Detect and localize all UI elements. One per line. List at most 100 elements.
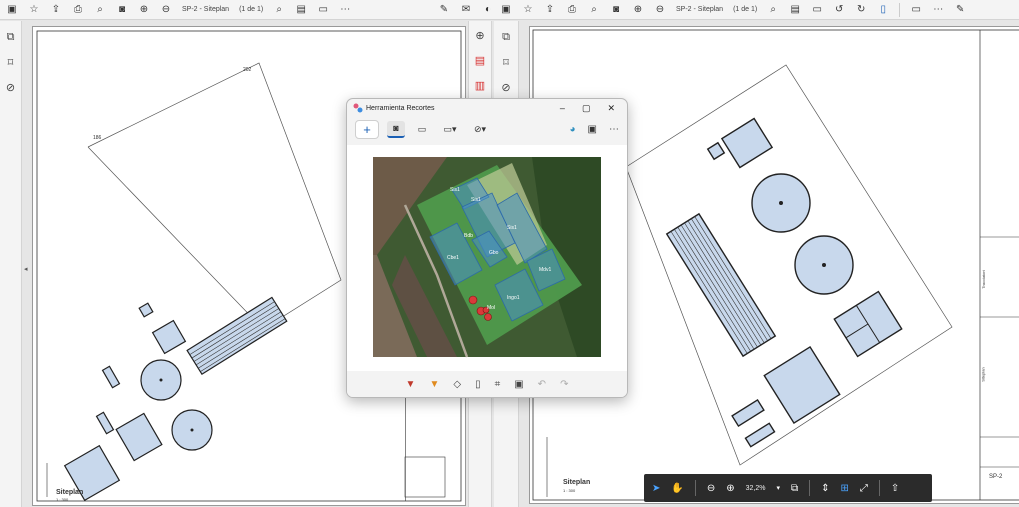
arrow-up-icon[interactable]: ⊕ (632, 4, 644, 16)
snip-image-area: Sis1 Sis1 Bdb Sis1 Cbe1 Gbo Mdv1 Ingo1 M… (347, 145, 627, 371)
fit-width-icon[interactable]: ⊞ (841, 483, 849, 494)
export-icon[interactable]: ▭ (317, 4, 329, 16)
sheet-number: SP-2 (989, 474, 1003, 480)
new-snip-button[interactable]: + (355, 119, 379, 139)
right-toolbar: ▣ ☆ ⇪ ⎙ ⌕ ◙ ⊕ ⊖ SP-2 - Siteplan (1 de 1)… (494, 0, 1019, 20)
ballpoint-pen-icon[interactable]: ▼ (406, 379, 416, 390)
text-search-icon[interactable]: ⌕ (273, 4, 285, 16)
snipping-markup-toolbar: ▼ ▼ ◇ ▯ ⌗ ▣ ↶ ↷ (347, 371, 627, 397)
document-label: SP-2 - Siteplan (676, 6, 724, 13)
export-icon[interactable]: ▭ (811, 4, 823, 16)
video-mode-icon[interactable]: ▭ (413, 121, 431, 138)
zoom-separator (878, 480, 880, 496)
save-icon[interactable]: ▣ (500, 4, 512, 16)
sign-icon[interactable]: ✎ (954, 4, 966, 16)
arrow-down-icon[interactable]: ⊖ (654, 4, 666, 16)
snipping-tool-window: Herramienta Recortes – ▢ ✕ + ◙ ▭ ▭▾ ⊘▾ ◕… (346, 98, 628, 398)
edit-paint-icon[interactable]: ◕ (570, 124, 576, 135)
page-view-icon[interactable]: ▤ (295, 4, 307, 16)
bookmark-icon[interactable]: ⌑ (503, 56, 509, 69)
zoom-in-icon[interactable]: ⊕ (726, 483, 734, 494)
map-label: Sis1 (450, 187, 460, 193)
arrow-up-icon[interactable]: ⊕ (138, 4, 150, 16)
maximize-icon[interactable]: ▢ (582, 103, 591, 114)
close-icon[interactable]: ✕ (607, 103, 615, 114)
ruler-icon[interactable]: ▯ (475, 379, 481, 390)
plan-title: Siteplan (563, 479, 591, 486)
minimize-icon[interactable]: – (560, 103, 565, 114)
upload-icon[interactable]: ⇪ (50, 4, 62, 16)
zoom-toolbar: ➤ ✋ ⊖ ⊕ 32,2% ▾ ⧉ ⇕ ⊞ ⤢ ⇧ (644, 474, 932, 502)
bookmark-icon[interactable]: ⌑ (8, 56, 14, 69)
export-pdf-icon[interactable]: ▥ (475, 79, 485, 92)
collapse-arrow-icon[interactable]: ◂ (24, 265, 28, 273)
camera-icon[interactable]: ◙ (116, 4, 128, 16)
text-actions-icon[interactable]: ▣ (514, 379, 523, 390)
zoom-dropdown-icon[interactable]: ▾ (776, 484, 780, 492)
screenshot-mode-icon[interactable]: ◙ (387, 120, 405, 138)
eraser-icon[interactable]: ◇ (453, 379, 461, 390)
crop-icon[interactable]: ⌗ (495, 379, 501, 390)
highlighter-icon[interactable]: ▼ (429, 379, 439, 390)
upload-icon[interactable]: ⇪ (544, 4, 556, 16)
print-icon[interactable]: ⎙ (566, 4, 578, 16)
rotate-left-icon[interactable]: ↺ (833, 4, 845, 16)
redo-icon[interactable]: ↷ (560, 379, 568, 390)
zoom-separator (809, 480, 811, 496)
mail-icon[interactable]: ✉ (460, 4, 472, 16)
arrow-down-icon[interactable]: ⊖ (160, 4, 172, 16)
camera-icon[interactable]: ◙ (610, 4, 622, 16)
left-toolbar: ▣ ☆ ⇪ ⎙ ⌕ ◙ ⊕ ⊖ SP-2 - Siteplan (1 de 1)… (0, 0, 494, 20)
fullscreen-icon[interactable]: ⤢ (860, 483, 868, 494)
attachment-icon[interactable]: ⊘ (6, 81, 15, 94)
rotate-right-icon[interactable]: ↻ (855, 4, 867, 16)
zoom-value[interactable]: 32,2% (746, 485, 766, 492)
zoom-tool-icon[interactable]: ⊕ (475, 29, 484, 42)
edit-pdf-icon[interactable]: ▤ (475, 54, 485, 67)
star-icon[interactable]: ☆ (522, 4, 534, 16)
more-icon[interactable]: ⋯ (932, 4, 944, 16)
comment-icon[interactable]: ▭ (910, 4, 922, 16)
zoom-out-icon[interactable]: ⊖ (707, 483, 715, 494)
map-label: Cbe1 (447, 255, 459, 261)
sheet-label-siteplan: Siteplan (980, 367, 986, 382)
attachment-icon[interactable]: ⊘ (501, 81, 510, 94)
map-label: Sis1 (471, 197, 481, 203)
page-counter: (1 de 1) (733, 6, 758, 13)
snip-more-icon[interactable]: ⋯ (609, 124, 619, 135)
zoom-search-icon[interactable]: ⌕ (588, 4, 600, 16)
snipping-logo-icon (353, 103, 363, 113)
account-icon[interactable]: ◐ (482, 4, 494, 16)
print-icon[interactable]: ⎙ (72, 4, 84, 16)
delay-icon[interactable]: ⊘▾ (469, 121, 491, 138)
document-icon[interactable]: ▯ (877, 4, 889, 16)
pages-icon[interactable]: ⧉ (502, 31, 510, 44)
page-view-icon[interactable]: ▤ (789, 4, 801, 16)
property-label-top: 202 (243, 67, 252, 73)
star-icon[interactable]: ☆ (28, 4, 40, 16)
snip-shape-icon[interactable]: ▭▾ (439, 121, 461, 138)
fit-page-icon[interactable]: ⧉ (791, 483, 798, 494)
zoom-search-icon[interactable]: ⌕ (94, 4, 106, 16)
plan-scale: 1 : 300 (563, 488, 576, 493)
save-snip-icon[interactable]: ▣ (588, 124, 597, 135)
plan-title: Siteplan (56, 489, 84, 496)
save-icon[interactable]: ▣ (6, 4, 18, 16)
snipping-title-bar: Herramienta Recortes – ▢ ✕ (347, 99, 627, 117)
text-search-icon[interactable]: ⌕ (767, 4, 779, 16)
snipping-title: Herramienta Recortes (366, 104, 435, 112)
snipping-toolbar: + ◙ ▭ ▭▾ ⊘▾ ◕ ▣ ⋯ (347, 117, 627, 141)
map-label: Gbo (489, 250, 499, 256)
hand-tool-icon[interactable]: ✋ (671, 483, 683, 494)
pages-icon[interactable]: ⧉ (7, 31, 15, 44)
satellite-map-image (373, 157, 601, 358)
fit-height-icon[interactable]: ⇕ (821, 483, 829, 494)
document-label: SP-2 - Siteplan (182, 6, 230, 13)
sign-icon[interactable]: ✎ (438, 4, 450, 16)
map-label: Mdv1 (539, 267, 552, 273)
more-icon[interactable]: ⋯ (339, 4, 351, 16)
undo-icon[interactable]: ↶ (538, 379, 546, 390)
share-upload-icon[interactable]: ⇧ (891, 483, 899, 494)
select-arrow-icon[interactable]: ➤ (652, 483, 660, 494)
map-label: Bdb (464, 233, 473, 239)
